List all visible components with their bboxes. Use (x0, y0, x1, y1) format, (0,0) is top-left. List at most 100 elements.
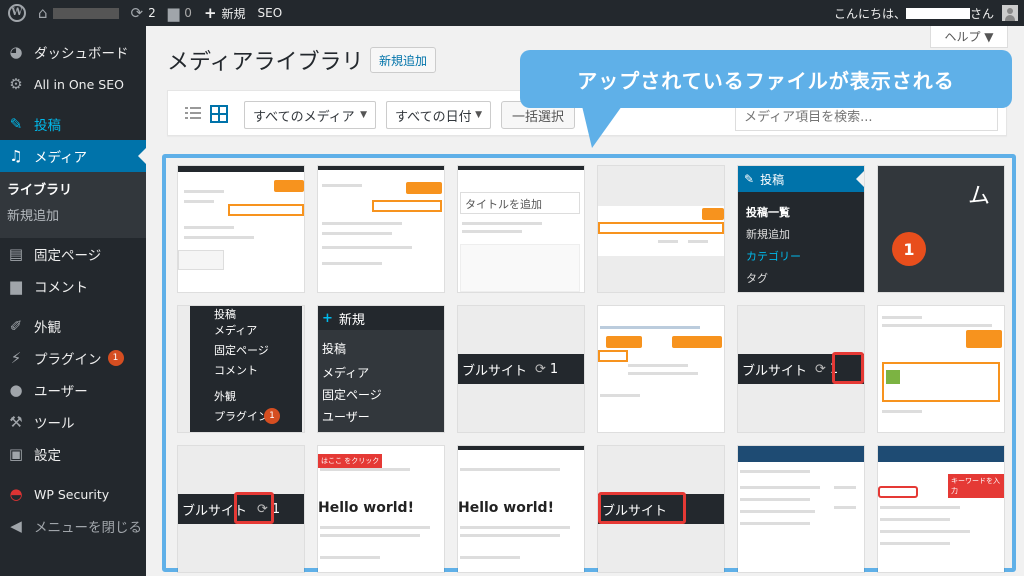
tile-tag: キーワードを入力 (948, 474, 1004, 498)
sidebar-item-wp-security[interactable]: ◓ WP Security (0, 478, 146, 510)
list-view-icon[interactable] (184, 105, 202, 123)
sidebar-item-label: ツール (34, 416, 75, 432)
page-title: メディアライブラリ (167, 50, 364, 75)
sidebar-item-aioseo[interactable]: ⚙ All in One SEO (0, 68, 146, 100)
pin-icon: ✎ (9, 114, 23, 133)
tile-tag: はここ をクリック (318, 454, 383, 468)
sidebar-item-collapse[interactable]: ◀ メニューを閉じる (0, 510, 146, 542)
tile-label: タグ (746, 272, 768, 285)
submenu-add-new[interactable]: 新規追加 (0, 204, 146, 230)
media-item-8[interactable]: + 新規 投稿 メディア 固定ページ ユーザー (318, 306, 444, 432)
sidebar-item-label: ダッシュボード (34, 46, 129, 62)
media-item-17[interactable] (738, 446, 864, 572)
grid-view-icon[interactable] (210, 105, 228, 123)
sidebar-item-plugins[interactable]: ⚡ プラグイン 1 (0, 342, 146, 374)
updates-button[interactable]: ⟳ 2 (125, 0, 162, 26)
media-item-2[interactable] (318, 166, 444, 292)
submenu-library[interactable]: ライブラリ (0, 178, 146, 204)
media-item-1[interactable] (178, 166, 304, 292)
comments-count: 0 (184, 6, 192, 20)
media-submenu: ライブラリ 新規追加 (0, 172, 146, 238)
brush-icon: ✐ (9, 316, 23, 335)
sidebar-item-pages[interactable]: ▤ 固定ページ (0, 238, 146, 270)
admin-sidebar: ◕ ダッシュボード ⚙ All in One SEO ✎ 投稿 ♫ メディア ラ… (0, 26, 146, 576)
greeting-suffix: さん (969, 6, 994, 21)
new-content-button[interactable]: + 新規 (198, 0, 252, 26)
media-item-12[interactable] (878, 306, 1004, 432)
media-item-3[interactable]: タイトルを追加 (458, 166, 584, 292)
sidebar-item-media[interactable]: ♫ メディア (0, 140, 146, 172)
plugin-update-badge: 1 (107, 350, 124, 366)
tile-label: 外観 (214, 390, 236, 403)
media-item-5[interactable]: ✎ 投稿 投稿一覧 新規追加 カテゴリー タグ (738, 166, 864, 292)
updates-count: 2 (148, 6, 156, 20)
refresh-icon: ⟳ (815, 361, 826, 377)
sidebar-item-label: 設定 (34, 448, 61, 464)
updates-icon-highlight (234, 492, 274, 524)
tile-label: メディア (214, 324, 258, 337)
tile-label: 固定ページ (214, 344, 269, 357)
date-filter-value: すべての日付 (395, 109, 472, 125)
media-grid: タイトルを追加 ✎ 投稿 投稿一覧 新規追加 カテゴリー タグ ム 1 投稿 メ… (162, 154, 1016, 572)
media-item-6[interactable]: ム 1 (878, 166, 1004, 292)
media-item-15[interactable]: Hello world! (458, 446, 584, 572)
tile-count: 1 (549, 361, 559, 377)
media-icon: ♫ (9, 146, 23, 165)
tile-heading: Hello world! (458, 500, 554, 516)
tile-label: コメント (214, 364, 258, 377)
tile-label: 投稿 (322, 342, 347, 356)
search-field-highlight (878, 486, 918, 498)
plus-icon: + (203, 3, 217, 22)
wordpress-logo-icon: W (8, 4, 26, 22)
tile-label: 新規 (338, 312, 365, 328)
seo-label: SEO (257, 6, 283, 20)
media-item-9[interactable]: ブルサイト ⟳ 1 (458, 306, 584, 432)
comments-button[interactable]: ▆ 0 (162, 0, 198, 26)
dashboard-icon: ◕ (9, 42, 23, 61)
annotation-callout: アップされているファイルが表示される (520, 50, 1012, 108)
sidebar-item-posts[interactable]: ✎ 投稿 (0, 108, 146, 140)
sidebar-item-appearance[interactable]: ✐ 外観 (0, 310, 146, 342)
site-name-button[interactable]: ⌂ (32, 0, 125, 26)
settings-icon: ▣ (8, 444, 24, 463)
tile-label: プラグイン (214, 410, 269, 423)
wp-logo-button[interactable]: W (0, 0, 32, 26)
add-new-button[interactable]: 新規追加 (370, 47, 437, 73)
tile-label: ユーザー (322, 410, 370, 424)
media-item-7[interactable]: 投稿 メディア 固定ページ コメント 外観 プラグイン 1 (178, 306, 304, 432)
tile-label: ブルサイト (742, 363, 808, 379)
help-tab[interactable]: ヘルプ ▼ (930, 26, 1008, 48)
my-account-button[interactable]: こんにちは、 さん (828, 0, 1024, 26)
comment-icon: ▆ (10, 276, 22, 295)
seo-menu-button[interactable]: SEO (252, 0, 289, 26)
sidebar-item-dashboard[interactable]: ◕ ダッシュボード (0, 36, 146, 68)
sidebar-item-comments[interactable]: ▆ コメント (0, 270, 146, 302)
media-item-18[interactable]: キーワードを入力 (878, 446, 1004, 572)
media-item-4[interactable] (598, 166, 724, 292)
sidebar-item-label: 固定ページ (34, 248, 102, 264)
plus-icon: + (322, 310, 333, 326)
sidebar-item-label: 投稿 (34, 118, 61, 134)
media-item-13[interactable]: ブルサイト ⟳ 1 (178, 446, 304, 572)
media-item-14[interactable]: はここ をクリック Hello world! (318, 446, 444, 572)
tile-label: メディア (322, 366, 370, 380)
site-name-redacted (52, 7, 119, 19)
avatar (1002, 5, 1018, 21)
date-filter[interactable]: すべての日付 ▼ (386, 101, 491, 129)
tile-label: 投稿 (214, 308, 236, 321)
plugin-icon: ⚡ (10, 348, 22, 367)
tile-heading: Hello world! (318, 500, 414, 516)
sidebar-item-users[interactable]: ● ユーザー (0, 374, 146, 406)
tile-label: 投稿一覧 (746, 206, 790, 219)
media-item-10[interactable] (598, 306, 724, 432)
sidebar-item-tools[interactable]: ⚒ ツール (0, 406, 146, 438)
sidebar-item-settings[interactable]: ▣ 設定 (0, 438, 146, 470)
tile-label: 固定ページ (322, 388, 382, 402)
media-type-filter[interactable]: すべてのメディア ▼ (244, 101, 376, 129)
media-item-11[interactable]: ブルサイト ⟳ 1 (738, 306, 864, 432)
media-item-16[interactable]: ブルサイト (598, 446, 724, 572)
sidebar-item-label: メニューを閉じる (34, 520, 142, 536)
home-icon: ⌂ (38, 3, 48, 22)
wrench-icon: ⚒ (9, 412, 23, 431)
tile-title-field: タイトルを追加 (460, 192, 580, 214)
